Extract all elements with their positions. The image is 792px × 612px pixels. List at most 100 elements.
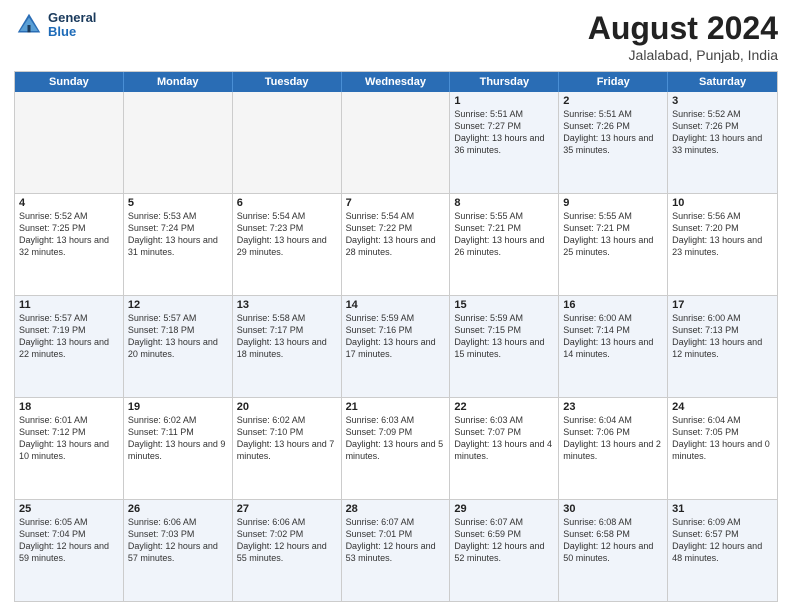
day-info: Sunrise: 5:57 AM Sunset: 7:18 PM Dayligh… [128,312,228,361]
day-info: Sunrise: 6:09 AM Sunset: 6:57 PM Dayligh… [672,516,773,565]
day-info: Sunrise: 5:51 AM Sunset: 7:27 PM Dayligh… [454,108,554,157]
day-cell-15: 15Sunrise: 5:59 AM Sunset: 7:15 PM Dayli… [450,296,559,397]
day-number: 4 [19,197,119,209]
day-info: Sunrise: 6:06 AM Sunset: 7:03 PM Dayligh… [128,516,228,565]
day-cell-19: 19Sunrise: 6:02 AM Sunset: 7:11 PM Dayli… [124,398,233,499]
day-info: Sunrise: 6:08 AM Sunset: 6:58 PM Dayligh… [563,516,663,565]
day-info: Sunrise: 6:00 AM Sunset: 7:13 PM Dayligh… [672,312,773,361]
title-month: August 2024 [588,10,778,47]
day-number: 10 [672,197,773,209]
day-cell-23: 23Sunrise: 6:04 AM Sunset: 7:06 PM Dayli… [559,398,668,499]
header-day-monday: Monday [124,72,233,92]
calendar-body: 1Sunrise: 5:51 AM Sunset: 7:27 PM Daylig… [15,92,777,601]
day-cell-16: 16Sunrise: 6:00 AM Sunset: 7:14 PM Dayli… [559,296,668,397]
day-info: Sunrise: 6:07 AM Sunset: 7:01 PM Dayligh… [346,516,446,565]
day-info: Sunrise: 5:59 AM Sunset: 7:16 PM Dayligh… [346,312,446,361]
day-info: Sunrise: 5:59 AM Sunset: 7:15 PM Dayligh… [454,312,554,361]
logo: General Blue [14,10,96,40]
day-number: 28 [346,503,446,515]
day-number: 30 [563,503,663,515]
logo-text: General Blue [48,11,96,40]
day-number: 21 [346,401,446,413]
day-cell-30: 30Sunrise: 6:08 AM Sunset: 6:58 PM Dayli… [559,500,668,601]
header-day-tuesday: Tuesday [233,72,342,92]
day-cell-29: 29Sunrise: 6:07 AM Sunset: 6:59 PM Dayli… [450,500,559,601]
day-number: 24 [672,401,773,413]
day-number: 23 [563,401,663,413]
day-number: 20 [237,401,337,413]
day-info: Sunrise: 5:55 AM Sunset: 7:21 PM Dayligh… [454,210,554,259]
day-number: 11 [19,299,119,311]
day-cell-24: 24Sunrise: 6:04 AM Sunset: 7:05 PM Dayli… [668,398,777,499]
calendar-row-4: 25Sunrise: 6:05 AM Sunset: 7:04 PM Dayli… [15,499,777,601]
day-info: Sunrise: 6:04 AM Sunset: 7:06 PM Dayligh… [563,414,663,463]
day-number: 14 [346,299,446,311]
day-cell-2: 2Sunrise: 5:51 AM Sunset: 7:26 PM Daylig… [559,92,668,193]
day-cell-5: 5Sunrise: 5:53 AM Sunset: 7:24 PM Daylig… [124,194,233,295]
header-day-friday: Friday [559,72,668,92]
day-number: 15 [454,299,554,311]
day-cell-11: 11Sunrise: 5:57 AM Sunset: 7:19 PM Dayli… [15,296,124,397]
day-info: Sunrise: 6:05 AM Sunset: 7:04 PM Dayligh… [19,516,119,565]
day-info: Sunrise: 5:57 AM Sunset: 7:19 PM Dayligh… [19,312,119,361]
day-cell-4: 4Sunrise: 5:52 AM Sunset: 7:25 PM Daylig… [15,194,124,295]
day-info: Sunrise: 5:52 AM Sunset: 7:25 PM Dayligh… [19,210,119,259]
day-info: Sunrise: 5:55 AM Sunset: 7:21 PM Dayligh… [563,210,663,259]
day-cell-27: 27Sunrise: 6:06 AM Sunset: 7:02 PM Dayli… [233,500,342,601]
day-cell-8: 8Sunrise: 5:55 AM Sunset: 7:21 PM Daylig… [450,194,559,295]
day-info: Sunrise: 6:02 AM Sunset: 7:10 PM Dayligh… [237,414,337,463]
day-cell-17: 17Sunrise: 6:00 AM Sunset: 7:13 PM Dayli… [668,296,777,397]
calendar: SundayMondayTuesdayWednesdayThursdayFrid… [14,71,778,602]
day-cell-25: 25Sunrise: 6:05 AM Sunset: 7:04 PM Dayli… [15,500,124,601]
day-cell-28: 28Sunrise: 6:07 AM Sunset: 7:01 PM Dayli… [342,500,451,601]
day-number: 9 [563,197,663,209]
day-cell-31: 31Sunrise: 6:09 AM Sunset: 6:57 PM Dayli… [668,500,777,601]
day-info: Sunrise: 6:06 AM Sunset: 7:02 PM Dayligh… [237,516,337,565]
day-number: 3 [672,95,773,107]
empty-cell [15,92,124,193]
calendar-row-1: 4Sunrise: 5:52 AM Sunset: 7:25 PM Daylig… [15,193,777,295]
day-number: 17 [672,299,773,311]
calendar-row-2: 11Sunrise: 5:57 AM Sunset: 7:19 PM Dayli… [15,295,777,397]
day-cell-3: 3Sunrise: 5:52 AM Sunset: 7:26 PM Daylig… [668,92,777,193]
day-cell-18: 18Sunrise: 6:01 AM Sunset: 7:12 PM Dayli… [15,398,124,499]
title-block: August 2024 Jalalabad, Punjab, India [588,10,778,63]
day-cell-14: 14Sunrise: 5:59 AM Sunset: 7:16 PM Dayli… [342,296,451,397]
calendar-header: SundayMondayTuesdayWednesdayThursdayFrid… [15,72,777,92]
day-number: 8 [454,197,554,209]
day-number: 6 [237,197,337,209]
day-number: 19 [128,401,228,413]
header-day-wednesday: Wednesday [342,72,451,92]
day-info: Sunrise: 5:53 AM Sunset: 7:24 PM Dayligh… [128,210,228,259]
day-number: 12 [128,299,228,311]
day-cell-12: 12Sunrise: 5:57 AM Sunset: 7:18 PM Dayli… [124,296,233,397]
day-info: Sunrise: 6:01 AM Sunset: 7:12 PM Dayligh… [19,414,119,463]
day-info: Sunrise: 6:00 AM Sunset: 7:14 PM Dayligh… [563,312,663,361]
day-info: Sunrise: 6:04 AM Sunset: 7:05 PM Dayligh… [672,414,773,463]
header-day-saturday: Saturday [668,72,777,92]
logo-icon [14,10,44,40]
day-number: 1 [454,95,554,107]
day-cell-21: 21Sunrise: 6:03 AM Sunset: 7:09 PM Dayli… [342,398,451,499]
title-location: Jalalabad, Punjab, India [588,47,778,63]
header: General Blue August 2024 Jalalabad, Punj… [14,10,778,63]
day-info: Sunrise: 5:58 AM Sunset: 7:17 PM Dayligh… [237,312,337,361]
day-number: 22 [454,401,554,413]
empty-cell [233,92,342,193]
day-number: 2 [563,95,663,107]
day-number: 31 [672,503,773,515]
header-day-sunday: Sunday [15,72,124,92]
day-info: Sunrise: 5:52 AM Sunset: 7:26 PM Dayligh… [672,108,773,157]
day-number: 29 [454,503,554,515]
logo-line2: Blue [48,25,96,39]
day-number: 7 [346,197,446,209]
day-cell-10: 10Sunrise: 5:56 AM Sunset: 7:20 PM Dayli… [668,194,777,295]
day-info: Sunrise: 5:54 AM Sunset: 7:22 PM Dayligh… [346,210,446,259]
day-number: 13 [237,299,337,311]
empty-cell [124,92,233,193]
day-cell-20: 20Sunrise: 6:02 AM Sunset: 7:10 PM Dayli… [233,398,342,499]
day-cell-26: 26Sunrise: 6:06 AM Sunset: 7:03 PM Dayli… [124,500,233,601]
logo-line1: General [48,11,96,25]
day-info: Sunrise: 6:03 AM Sunset: 7:07 PM Dayligh… [454,414,554,463]
day-info: Sunrise: 5:54 AM Sunset: 7:23 PM Dayligh… [237,210,337,259]
